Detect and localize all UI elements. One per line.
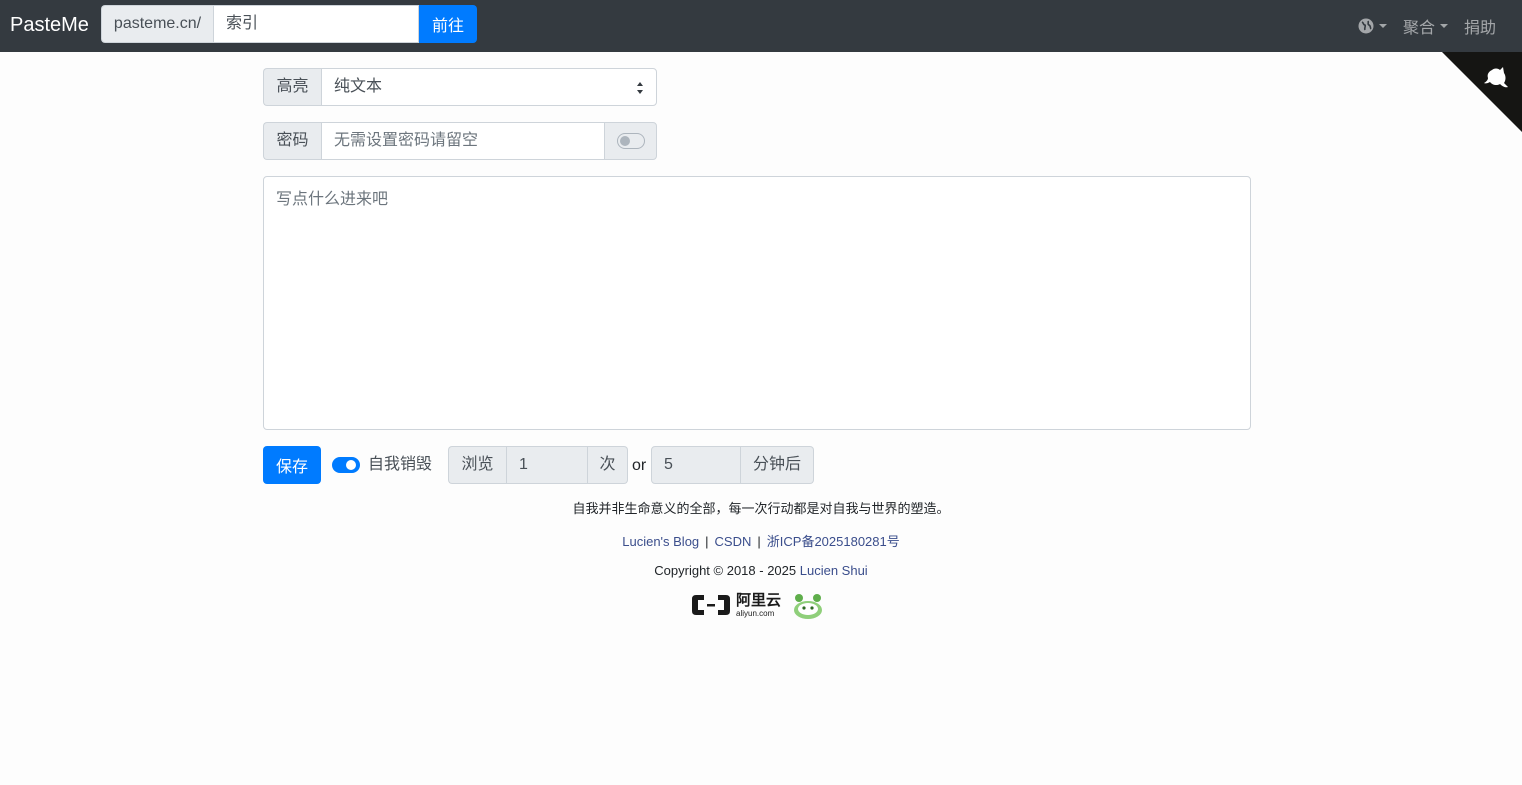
aliyun-cn-text: 阿里云 [736, 591, 782, 609]
minutes-unit: 分钟后 [741, 446, 814, 484]
toggle-knob [346, 460, 356, 470]
blog-link[interactable]: Lucien's Blog [622, 534, 699, 549]
views-group: 浏览 次 [448, 446, 628, 484]
donate-label: 捐助 [1463, 20, 1496, 37]
highlight-label: 高亮 [263, 68, 321, 106]
aliyun-logo-icon[interactable] [690, 591, 732, 619]
link-separator: | [705, 534, 709, 549]
link-separator: | [757, 534, 761, 549]
footer-motto: 自我并非生命意义的全部，每一次行动都是对自我与世界的塑造。 [572, 501, 950, 516]
highlight-group: 高亮 纯文本 [263, 68, 657, 106]
language-dropdown[interactable] [1358, 18, 1387, 34]
brand-logo[interactable]: PasteMe [10, 13, 89, 37]
views-label: 浏览 [448, 446, 506, 484]
github-corner-icon[interactable] [1442, 52, 1522, 132]
password-group: 密码 [263, 122, 657, 160]
index-input[interactable] [213, 5, 419, 43]
password-toggle[interactable] [616, 133, 645, 149]
aliyun-wordmark: 阿里云 aliyun.com [736, 593, 781, 618]
minutes-input[interactable] [651, 446, 741, 484]
csdn-link[interactable]: CSDN [715, 534, 752, 549]
highlight-value: 纯文本 [334, 78, 383, 95]
donate-link[interactable]: 捐助 [1464, 14, 1496, 38]
go-button[interactable]: 前往 [419, 5, 477, 43]
index-prefix: pasteme.cn/ [101, 5, 213, 43]
content-textarea[interactable] [263, 176, 1251, 430]
footer-logos: 阿里云 aliyun.com [690, 590, 825, 620]
copyright-text: Copyright © 2018 - 2025 [654, 563, 797, 578]
password-toggle-addon [604, 122, 657, 160]
navbar-right: 聚合 捐助 [1342, 14, 1496, 38]
self-destruct-toggle[interactable]: 自我销毁 [332, 456, 432, 474]
or-label: or [632, 457, 647, 474]
minutes-group: 分钟后 [651, 446, 814, 484]
self-destruct-label: 自我销毁 [368, 456, 433, 473]
aggregate-dropdown[interactable]: 聚合 [1403, 14, 1448, 38]
password-input[interactable] [321, 122, 604, 160]
chevron-down-icon [1378, 24, 1387, 28]
icp-link[interactable]: 浙ICP备2025180281号 [767, 534, 900, 549]
toggle-knob [619, 136, 630, 146]
aggregate-label: 聚合 [1402, 20, 1435, 37]
author-link[interactable]: Lucien Shui [800, 563, 868, 578]
globe-icon [1358, 18, 1374, 34]
self-destruct-switch[interactable] [332, 457, 360, 473]
badge-logo-icon[interactable] [791, 590, 825, 620]
navbar: PasteMe pasteme.cn/ 前往 聚合 捐助 [0, 0, 1522, 52]
aliyun-en-text: aliyun.com [736, 608, 775, 618]
footer-copyright: Copyright © 2018 - 2025 Lucien Shui [0, 563, 1522, 578]
index-search-group: pasteme.cn/ 前往 [101, 5, 477, 43]
highlight-select[interactable]: 纯文本 [321, 68, 657, 106]
footer-links: Lucien's Blog | CSDN | 浙ICP备2025180281号 [0, 531, 1522, 550]
password-label: 密码 [263, 122, 321, 160]
save-button[interactable]: 保存 [263, 446, 321, 484]
views-input[interactable] [506, 446, 588, 484]
views-unit: 次 [588, 446, 628, 484]
chevron-down-icon [1439, 24, 1448, 28]
select-arrows-icon [637, 82, 643, 94]
